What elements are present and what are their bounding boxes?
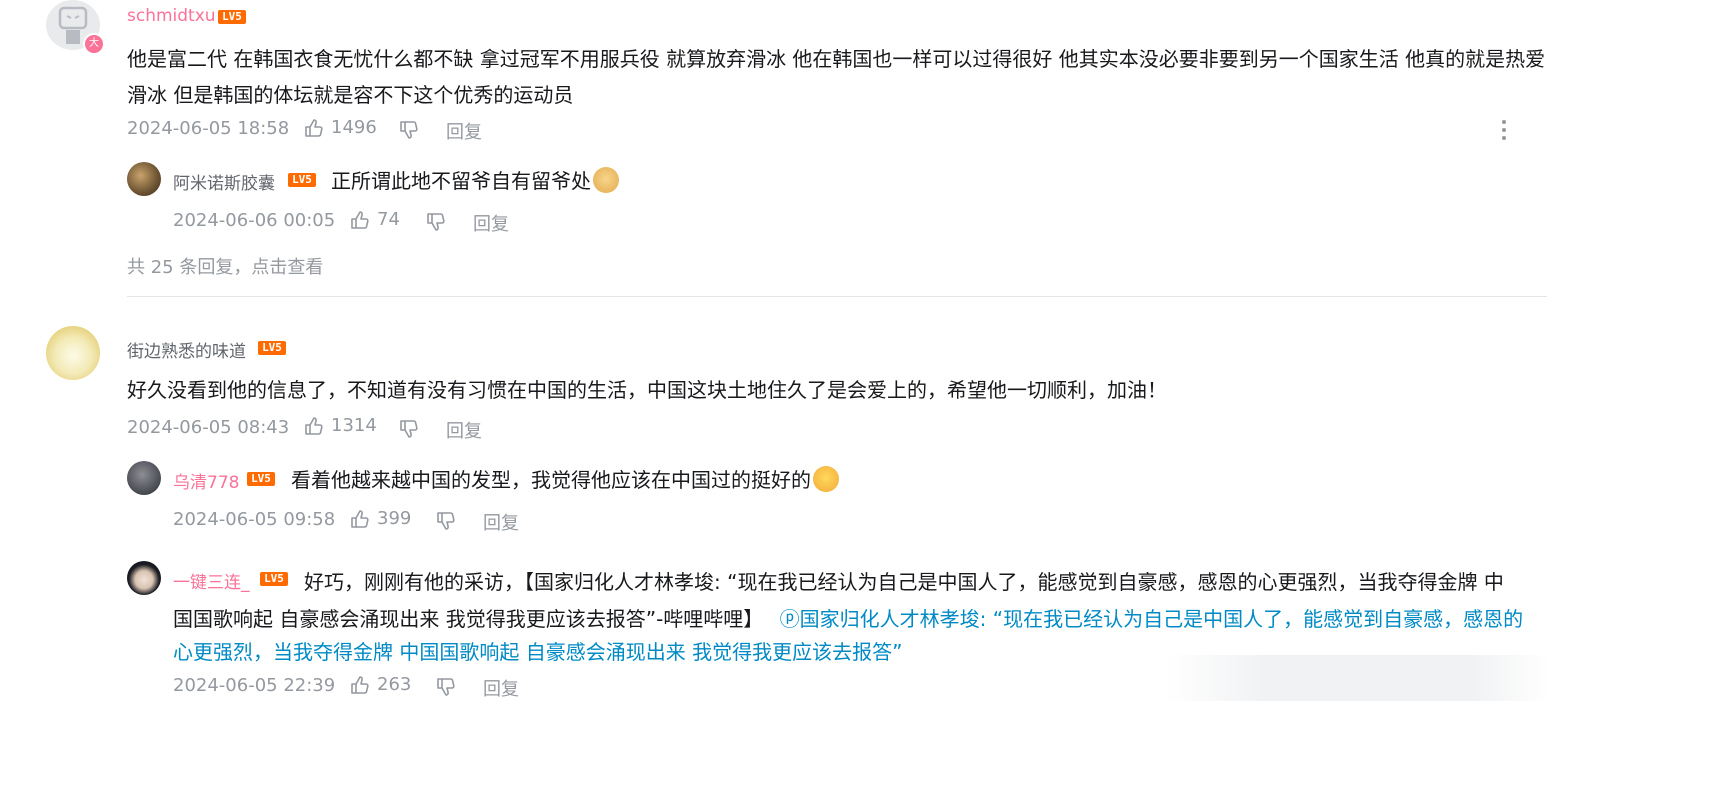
- like-count: 74: [377, 209, 400, 230]
- video-link-continued[interactable]: 心更强烈，当我夺得金牌 中国国歌响起 自豪感会涌现出来 我觉得我更应该去报答”: [173, 636, 902, 665]
- level-badge: LV5: [247, 472, 275, 486]
- view-more-replies[interactable]: 共 25 条回复，点击查看: [127, 253, 323, 279]
- reply-text-line1: 好巧，刚刚有他的采访，【国家归化人才林孝埈: “现在我已经认为自己是中国人了，能…: [304, 570, 1504, 594]
- laugh-cry-emoji-icon: [813, 466, 839, 492]
- thumb-down-icon[interactable]: [398, 418, 420, 440]
- reply-button[interactable]: 回复: [483, 509, 519, 535]
- thumb-down-icon[interactable]: [425, 211, 447, 233]
- reply-text-line2-content: 国国歌响起 自豪感会涌现出来 我觉得我更应该去报答”-哔哩哔哩】: [173, 607, 764, 631]
- like-count: 399: [377, 508, 412, 529]
- thumb-down-icon[interactable]: [398, 119, 420, 141]
- like-count: 1314: [331, 415, 377, 436]
- thumb-up-icon[interactable]: [303, 117, 325, 139]
- username[interactable]: 街边熟悉的味道: [127, 337, 246, 362]
- level-badge: LV5: [288, 173, 316, 187]
- reply-button[interactable]: 回复: [446, 417, 482, 443]
- reply-button[interactable]: 回复: [446, 118, 482, 144]
- thumb-up-icon[interactable]: [303, 415, 325, 437]
- comment-text: 他是富二代 在韩国衣食无忧什么都不缺 拿过冠军不用服兵役 就算放弃滑冰 他在韩国…: [127, 47, 1546, 107]
- like-count: 263: [377, 674, 412, 695]
- comment-time: 2024-06-05 08:43: [127, 417, 290, 438]
- thumb-up-icon[interactable]: [349, 674, 371, 696]
- thumb-up-icon[interactable]: [349, 508, 371, 530]
- thumb-down-icon[interactable]: [435, 676, 457, 698]
- doge-emoji-icon: [593, 167, 619, 193]
- reply-time: 2024-06-05 09:58: [173, 509, 336, 530]
- comment-time: 2024-06-05 18:58: [127, 118, 290, 139]
- comment-divider: [127, 296, 1547, 297]
- avatar-badge: 大: [83, 33, 105, 55]
- username[interactable]: 阿米诺斯胶囊: [173, 169, 275, 194]
- like-count: 1496: [331, 117, 377, 138]
- avatar[interactable]: [127, 162, 161, 196]
- reply-text: 看着他越来越中国的发型，我觉得他应该在中国过的挺好的: [291, 464, 839, 493]
- comment-text: 好久没看到他的信息了，不知道有没有习惯在中国的生活，中国这块土地住久了是会爱上的…: [127, 378, 1167, 402]
- reply-text: 正所谓此地不留爷自有留爷处: [331, 165, 619, 194]
- more-options-icon[interactable]: [1502, 120, 1506, 144]
- reply-button[interactable]: 回复: [483, 675, 519, 701]
- level-badge: LV5: [218, 10, 246, 24]
- avatar[interactable]: [127, 561, 161, 595]
- reply-text-content: 看着他越来越中国的发型，我觉得他应该在中国过的挺好的: [291, 468, 811, 492]
- avatar[interactable]: [127, 461, 161, 495]
- level-badge: LV5: [258, 341, 286, 355]
- reply-button[interactable]: 回复: [473, 210, 509, 236]
- avatar[interactable]: [46, 326, 100, 380]
- username[interactable]: 乌清778: [173, 468, 239, 493]
- thumb-down-icon[interactable]: [435, 510, 457, 532]
- thumb-up-icon[interactable]: [349, 209, 371, 231]
- username[interactable]: 一键三连_: [173, 568, 250, 593]
- video-link[interactable]: ⓟ国家归化人才林孝埈: “现在我已经认为自己是中国人了，能感觉到自豪感，感恩的: [780, 607, 1523, 631]
- watermark: [1165, 655, 1550, 701]
- reply-time: 2024-06-05 22:39: [173, 675, 336, 696]
- reply-text-content: 正所谓此地不留爷自有留爷处: [331, 169, 591, 193]
- reply-text-line2: 国国歌响起 自豪感会涌现出来 我觉得我更应该去报答”-哔哩哔哩】 ⓟ国家归化人才…: [173, 603, 1523, 632]
- level-badge: LV5: [260, 572, 288, 586]
- reply-time: 2024-06-06 00:05: [173, 210, 336, 231]
- username[interactable]: schmidtxu: [127, 6, 216, 26]
